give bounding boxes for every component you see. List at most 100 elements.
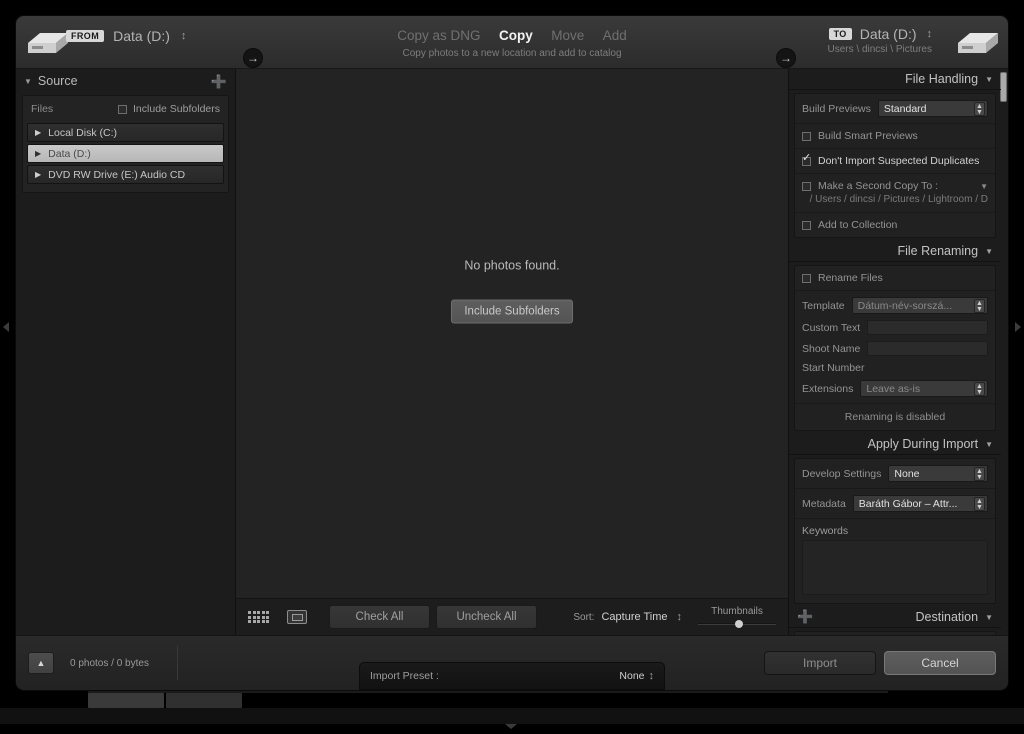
- select-stepper-icon[interactable]: ▲ ▼: [974, 496, 985, 511]
- dont-import-duplicates-label: Don't Import Suspected Duplicates: [818, 155, 980, 167]
- custom-text-input[interactable]: [867, 320, 988, 335]
- left-flow-arrow-icon: →: [243, 48, 263, 68]
- chevron-down-icon[interactable]: ▼: [985, 613, 993, 622]
- build-previews-select[interactable]: Standard ▲ ▼: [877, 100, 988, 117]
- from-badge: FROM: [66, 29, 105, 43]
- shoot-name-label: Shoot Name: [802, 342, 861, 355]
- expand-triangle-icon[interactable]: ▶: [35, 128, 41, 137]
- destination-header[interactable]: ➕ Destination ▼: [789, 607, 1001, 628]
- source-item-label: DVD RW Drive (E:) Audio CD: [48, 168, 186, 181]
- file-renaming-title: File Renaming: [897, 244, 979, 258]
- file-handling-header[interactable]: File Handling ▼: [789, 69, 1001, 90]
- second-copy-row[interactable]: Make a Second Copy To : ▼: [795, 174, 995, 194]
- loupe-view-icon[interactable]: [287, 610, 307, 624]
- build-previews-row: Build Previews Standard ▲ ▼: [795, 94, 995, 124]
- expand-triangle-icon[interactable]: ▶: [35, 170, 41, 179]
- no-photos-message: No photos found.: [464, 258, 560, 273]
- metadata-label: Metadata: [802, 497, 846, 510]
- chevron-down-icon[interactable]: ▼: [985, 247, 993, 256]
- add-to-collection-label: Add to Collection: [818, 219, 898, 231]
- arrow-right-glyph: →: [247, 51, 259, 65]
- thumbnails-slider[interactable]: [698, 619, 776, 628]
- source-item-local-disk-c[interactable]: ▶ Local Disk (C:): [27, 123, 224, 142]
- right-panel-scrollbar[interactable]: [1000, 72, 1007, 102]
- add-source-icon[interactable]: ➕: [211, 75, 227, 88]
- keywords-label: Keywords: [802, 525, 849, 537]
- left-edge-collapse-arrow[interactable]: [3, 322, 9, 332]
- import-preset-bar[interactable]: Import Preset : None ↕: [359, 662, 665, 690]
- develop-settings-select[interactable]: None ▲ ▼: [888, 465, 988, 482]
- mode-add[interactable]: Add: [603, 28, 627, 43]
- second-copy-checkbox[interactable]: [802, 181, 811, 191]
- chevron-down-icon[interactable]: ▼: [985, 440, 993, 449]
- mode-move[interactable]: Move: [551, 28, 584, 43]
- cancel-button[interactable]: Cancel: [884, 651, 996, 675]
- to-stepper-icon[interactable]: ↕: [927, 28, 933, 40]
- extensions-select[interactable]: Leave as-is ▲ ▼: [860, 380, 988, 397]
- source-item-label: Data (D:): [48, 147, 91, 160]
- import-preset-stepper-icon[interactable]: ↕: [649, 670, 655, 682]
- add-to-collection-checkbox[interactable]: [802, 220, 811, 230]
- expand-triangle-icon[interactable]: ▶: [35, 149, 41, 158]
- collapse-triangle-icon[interactable]: ▼: [24, 77, 32, 86]
- bottom-edge-collapse-arrow[interactable]: [505, 724, 517, 729]
- sort-stepper-icon[interactable]: ↕: [677, 611, 683, 623]
- file-renaming-header[interactable]: File Renaming ▼: [789, 241, 1001, 262]
- sort-label: Sort:: [573, 611, 595, 623]
- start-number-label: Start Number: [802, 362, 865, 374]
- import-options-panel: File Handling ▼ Build Previews Standard …: [788, 69, 1008, 635]
- import-button[interactable]: Import: [764, 651, 876, 675]
- include-subfolders-checkbox[interactable]: [118, 104, 128, 114]
- dont-import-duplicates-row[interactable]: Don't Import Suspected Duplicates: [795, 149, 995, 174]
- second-copy-chevron-icon[interactable]: ▼: [980, 182, 988, 191]
- photo-count-status: 0 photos / 0 bytes: [70, 657, 149, 669]
- include-subfolders-button[interactable]: Include Subfolders: [451, 299, 573, 324]
- sort-value[interactable]: Capture Time: [601, 611, 667, 623]
- import-preset-value[interactable]: None: [619, 670, 644, 682]
- select-stepper-icon[interactable]: ▲ ▼: [974, 298, 985, 313]
- source-item-dvd-drive-e[interactable]: ▶ DVD RW Drive (E:) Audio CD: [27, 165, 224, 184]
- build-previews-label: Build Previews: [802, 102, 871, 115]
- chevron-down-icon[interactable]: ▼: [985, 75, 993, 84]
- add-to-collection-row[interactable]: Add to Collection: [795, 213, 995, 237]
- select-stepper-icon[interactable]: ▲ ▼: [974, 101, 985, 116]
- grid-view-icon[interactable]: [248, 611, 269, 623]
- add-destination-icon[interactable]: ➕: [797, 609, 813, 625]
- metadata-value: Baráth Gábor – Attr...: [858, 497, 958, 510]
- select-stepper-icon[interactable]: ▲ ▼: [974, 466, 985, 481]
- import-mode-bar: Copy as DNG Copy Move Add Copy photos to…: [390, 27, 633, 59]
- apply-during-import-header[interactable]: Apply During Import ▼: [789, 434, 1001, 455]
- include-subfolders-label: Include Subfolders: [133, 103, 220, 115]
- to-path-label: Users \ dincsi \ Pictures: [827, 44, 932, 55]
- check-all-button[interactable]: Check All: [329, 605, 430, 629]
- collapse-panel-button[interactable]: ▲: [28, 652, 54, 674]
- apply-during-import-title: Apply During Import: [867, 437, 979, 451]
- source-item-data-d[interactable]: ▶ Data (D:): [27, 144, 224, 163]
- build-previews-value: Standard: [883, 102, 927, 115]
- keywords-block: Keywords: [795, 519, 995, 595]
- select-stepper-icon[interactable]: ▲ ▼: [974, 381, 985, 396]
- source-panel-header[interactable]: ▼ Source ➕: [16, 69, 235, 93]
- from-stepper-icon[interactable]: ↕: [181, 30, 187, 42]
- build-smart-previews-checkbox[interactable]: [802, 131, 811, 141]
- extensions-value: Leave as-is: [866, 382, 921, 395]
- metadata-select[interactable]: Baráth Gábor – Attr... ▲ ▼: [852, 495, 988, 512]
- import-preset-label: Import Preset :: [370, 670, 439, 682]
- rename-files-row[interactable]: Rename Files: [795, 266, 995, 291]
- uncheck-all-button[interactable]: Uncheck All: [436, 605, 537, 629]
- mode-copy-as-dng[interactable]: Copy as DNG: [397, 28, 480, 43]
- right-edge-collapse-arrow[interactable]: [1015, 322, 1021, 332]
- slider-knob[interactable]: [734, 620, 743, 628]
- destination-drive-selector[interactable]: TO Data (D:) ↕ Users \ dincsi \ Pictures: [828, 26, 932, 55]
- mode-copy[interactable]: Copy: [499, 28, 533, 43]
- file-handling-body: Build Previews Standard ▲ ▼ Build Smart P…: [794, 93, 996, 238]
- source-drive-selector[interactable]: FROM Data (D:) ↕: [66, 28, 186, 44]
- shoot-name-input[interactable]: [867, 341, 988, 356]
- grid-empty-state: No photos found. Include Subfolders: [236, 69, 788, 598]
- rename-files-checkbox[interactable]: [802, 273, 811, 283]
- dont-import-duplicates-checkbox[interactable]: [802, 153, 811, 166]
- keywords-input[interactable]: [802, 540, 988, 595]
- triangle-up-icon: ▲: [36, 658, 46, 668]
- template-select[interactable]: Dátum-név-sorszá... ▲ ▼: [851, 297, 988, 314]
- build-smart-previews-row[interactable]: Build Smart Previews: [795, 124, 995, 149]
